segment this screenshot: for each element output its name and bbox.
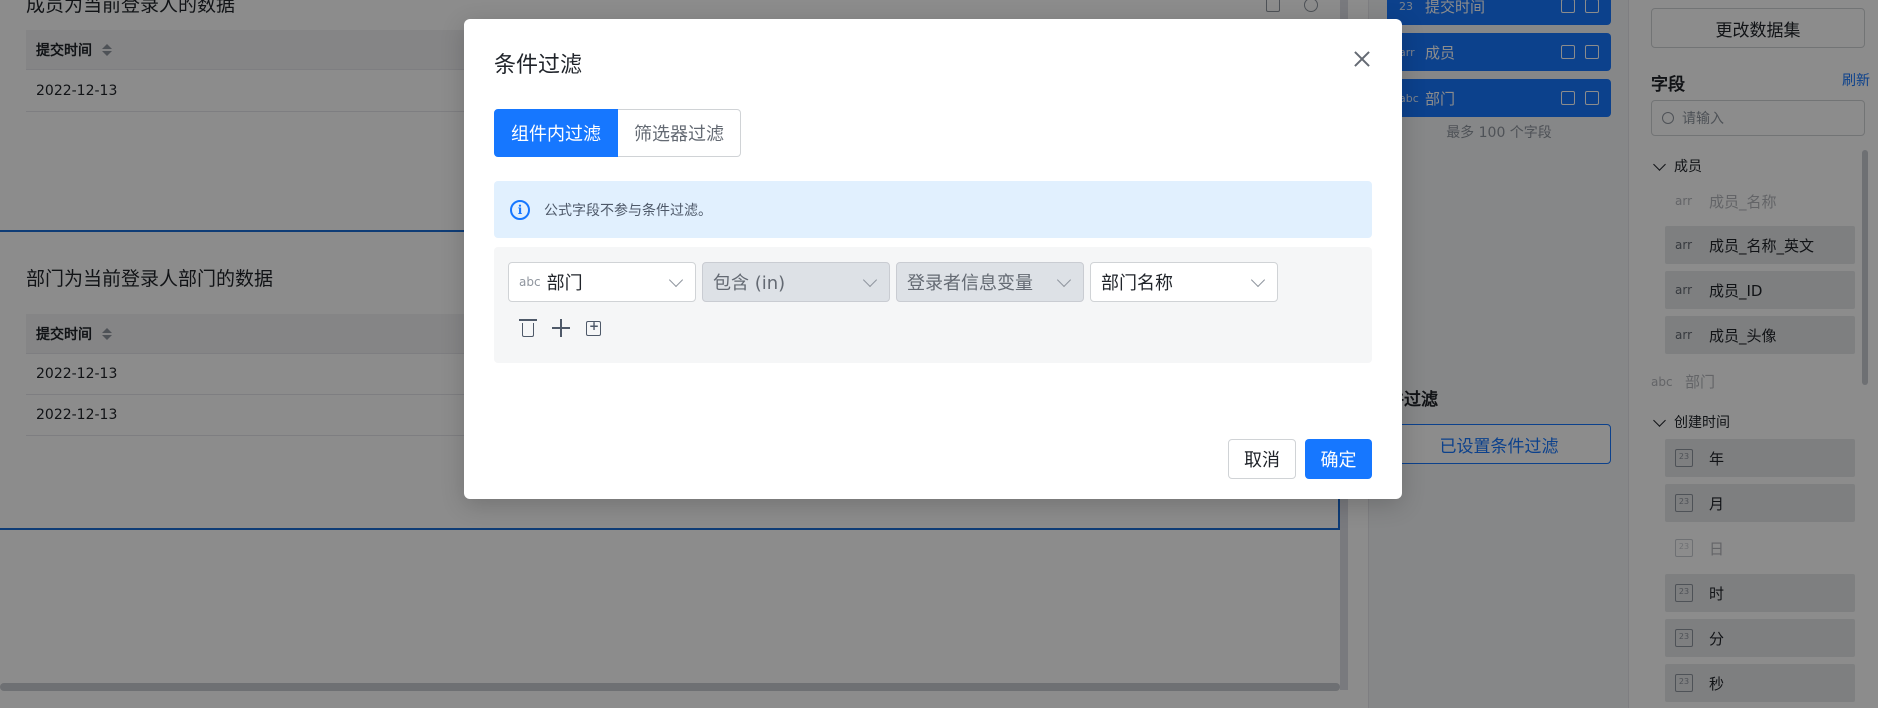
condition-row: abc 部门 包含 (in) 登录者信息变量 部门名称	[494, 247, 1372, 363]
condition-filter-dialog: 条件过滤 组件内过滤 筛选器过滤 i 公式字段不参与条件过滤。 abc 部门 包…	[464, 19, 1402, 499]
info-text: 公式字段不参与条件过滤。	[544, 202, 712, 219]
value-source-value: 登录者信息变量	[907, 273, 1033, 294]
delete-icon[interactable]	[519, 319, 537, 337]
text-type-icon: abc	[519, 275, 541, 289]
operator-select[interactable]: 包含 (in)	[702, 262, 890, 302]
info-icon: i	[510, 199, 530, 220]
info-alert: i 公式字段不参与条件过滤。	[494, 181, 1372, 238]
condition-tools	[519, 319, 601, 337]
chevron-down-icon	[1250, 272, 1266, 288]
field-select-value: 部门	[546, 273, 583, 294]
chevron-down-icon	[862, 272, 878, 288]
field-select[interactable]: abc 部门	[508, 262, 696, 302]
tab-component-filter[interactable]: 组件内过滤	[494, 109, 618, 157]
add-group-icon[interactable]	[586, 319, 601, 336]
close-icon[interactable]	[1352, 49, 1372, 69]
chevron-down-icon	[1056, 272, 1072, 288]
operator-select-value: 包含 (in)	[713, 273, 786, 294]
filter-mode-tabs: 组件内过滤 筛选器过滤	[494, 109, 741, 157]
cancel-button[interactable]: 取消	[1228, 439, 1296, 479]
value-select[interactable]: 部门名称	[1090, 262, 1278, 302]
value-source-select[interactable]: 登录者信息变量	[896, 262, 1084, 302]
chevron-down-icon	[668, 272, 684, 288]
ok-button[interactable]: 确定	[1305, 439, 1372, 479]
value-select-value: 部门名称	[1101, 273, 1173, 294]
add-condition-icon[interactable]	[552, 319, 570, 337]
tab-selector-filter[interactable]: 筛选器过滤	[618, 109, 741, 157]
dialog-title: 条件过滤	[494, 53, 583, 78]
